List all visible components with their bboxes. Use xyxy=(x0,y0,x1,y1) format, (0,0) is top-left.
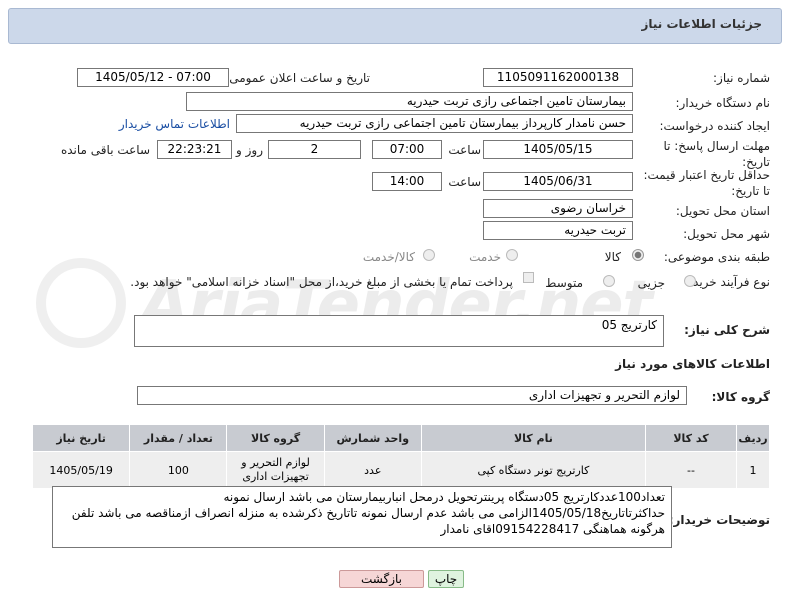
category-radio-goods-service[interactable] xyxy=(423,249,435,261)
cell-group: لوازم التحریر و تجهیزات اداری xyxy=(226,451,325,489)
cell-name: کارتریج تونر دستگاه کپی xyxy=(420,451,646,489)
buyer-org-label: نام دستگاه خریدار: xyxy=(675,96,771,110)
items-table: ردیف کد کالا نام کالا واحد شمارش گروه کا… xyxy=(31,424,770,489)
validity-label-line1: حداقل تاریخ اعتبار قیمت: xyxy=(643,168,770,182)
category-radio-goods[interactable] xyxy=(632,249,644,261)
deadline-time-field: 07:00 xyxy=(372,140,442,159)
requester-label: ایجاد کننده درخواست: xyxy=(659,119,770,133)
table-header-row: ردیف کد کالا نام کالا واحد شمارش گروه کا… xyxy=(31,424,770,452)
col-qty: تعداد / مقدار xyxy=(129,424,228,452)
announce-field: 1405/05/12 - 07:00 xyxy=(77,68,229,87)
remaining-time-field: 22:23:21 xyxy=(157,140,232,159)
deadline-label-line1: مهلت ارسال پاسخ: تا xyxy=(663,139,770,153)
process-option-medium: متوسط xyxy=(545,276,583,290)
requester-field: حسن نامدار کارپرداز بیمارستان تامین اجتم… xyxy=(236,114,633,133)
validity-time-field: 14:00 xyxy=(372,172,442,191)
validity-label-line2: تا تاریخ: xyxy=(731,184,770,198)
category-option-goods-service: کالا/خدمت xyxy=(362,250,415,264)
process-radio-medium[interactable] xyxy=(603,275,615,287)
need-number-field: 1105091162000138 xyxy=(483,68,633,87)
category-option-goods: کالا xyxy=(604,250,621,264)
category-option-service: خدمت xyxy=(469,250,501,264)
cell-qty: 100 xyxy=(129,451,228,489)
city-field: تربت حیدریه xyxy=(483,221,633,240)
goods-group-label: گروه کالا: xyxy=(711,390,770,404)
category-radio-service[interactable] xyxy=(506,249,518,261)
days-label: روز و xyxy=(236,143,263,157)
process-label: نوع فرآیند خرید : xyxy=(685,275,770,289)
process-option-minor: جزیی xyxy=(637,276,665,290)
col-name: نام کالا xyxy=(420,424,646,452)
description-field: کارتریج 05 xyxy=(134,315,664,347)
watermark-logo-icon xyxy=(36,258,126,348)
payment-checkbox[interactable] xyxy=(523,272,534,283)
validity-date-field: 1405/06/31 xyxy=(483,172,633,191)
description-label: شرح کلی نیاز: xyxy=(684,323,770,337)
description-text: کارتریج 05 xyxy=(601,318,657,332)
remaining-label: ساعت باقی مانده xyxy=(60,143,150,157)
print-button[interactable]: چاپ xyxy=(428,570,464,588)
buyer-contact-link[interactable]: اطلاعات تماس خریدار xyxy=(119,117,230,131)
col-date: تاریخ نیاز xyxy=(31,424,131,452)
need-number-label: شماره نیاز: xyxy=(713,71,770,85)
back-button[interactable]: بازگشت xyxy=(339,570,424,588)
col-group: گروه کالا xyxy=(226,424,325,452)
goods-info-title: اطلاعات کالاهای مورد نیاز xyxy=(615,357,770,371)
col-code: کد کالا xyxy=(644,424,738,452)
days-field: 2 xyxy=(268,140,361,159)
cell-index: 1 xyxy=(736,451,770,489)
buyer-notes-field: تعداد100عددکارتریج 05دستگاه پرینترتحویل … xyxy=(52,486,672,548)
table-row: 1 -- کارتریج تونر دستگاه کپی عدد لوازم ا… xyxy=(31,451,770,489)
page-title: جزئیات اطلاعات نیاز xyxy=(641,17,762,31)
validity-time-label: ساعت xyxy=(448,175,481,189)
buyer-org-field: بیمارستان تامین اجتماعی رازی تربت حیدریه xyxy=(186,92,633,111)
buyer-notes-text: تعداد100عددکارتریج 05دستگاه پرینترتحویل … xyxy=(71,490,665,536)
deadline-label-line2: تاریخ: xyxy=(742,155,770,169)
cell-code: -- xyxy=(644,451,738,489)
category-label: طبقه بندی موضوعی: xyxy=(663,250,770,264)
announce-label: تاریخ و ساعت اعلان عمومی: xyxy=(225,71,370,85)
cell-unit: عدد xyxy=(323,451,422,489)
deadline-time-label: ساعت xyxy=(448,143,481,157)
buyer-notes-label: توضیحات خریدار: xyxy=(668,513,770,527)
col-unit: واحد شمارش xyxy=(323,424,422,452)
city-label: شهر محل تحویل: xyxy=(683,227,770,241)
deadline-date-field: 1405/05/15 xyxy=(483,140,633,159)
process-radio-minor[interactable] xyxy=(684,275,696,287)
province-field: خراسان رضوی xyxy=(483,199,633,218)
goods-group-field: لوازم التحریر و تجهیزات اداری xyxy=(137,386,687,405)
province-label: استان محل تحویل: xyxy=(675,204,770,218)
payment-note: پرداخت تمام یا بخشی از مبلغ خرید،از محل … xyxy=(130,275,513,289)
col-index: ردیف xyxy=(736,424,770,452)
cell-date: 1405/05/19 xyxy=(31,451,131,489)
